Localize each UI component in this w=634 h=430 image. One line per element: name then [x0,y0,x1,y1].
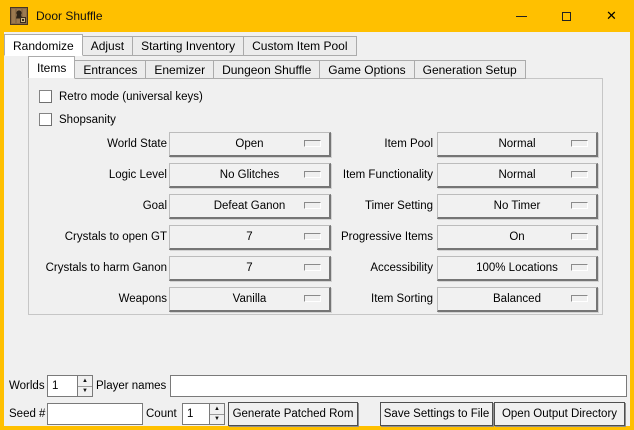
items-panel: Retro mode (universal keys) Shopsanity W… [28,78,603,315]
close-icon: ✕ [606,8,617,24]
app-window: Door Shuffle ✕ Randomize Adjust Starting… [0,0,634,430]
crystals-ganon-label: Crystals to harm Ganon [31,256,167,281]
spin-up-icon[interactable]: ▲ [78,376,92,387]
dropdown-indicator-icon [571,233,588,240]
player-names-input[interactable] [170,375,627,397]
count-label: Count [146,403,177,425]
count-value: 1 [183,404,209,424]
generate-patched-rom-button[interactable]: Generate Patched Rom [228,402,358,426]
maximize-button[interactable] [544,0,589,32]
tab-enemizer[interactable]: Enemizer [145,60,214,79]
shopsanity-checkbox[interactable] [39,113,52,126]
window-title: Door Shuffle [36,9,103,23]
seed-input[interactable] [47,403,143,425]
client-area: Randomize Adjust Starting Inventory Cust… [4,32,630,426]
retro-mode-row: Retro mode (universal keys) [39,89,203,104]
spin-up-icon[interactable]: ▲ [210,404,224,415]
window-controls: ✕ [499,0,634,32]
sub-tab-bar: Items Entrances Enemizer Dungeon Shuffle… [28,56,526,79]
dropdown-indicator-icon [571,140,588,147]
logic-level-row: Logic Level No Glitches Item Functionali… [29,163,604,188]
goal-row: Goal Defeat Ganon Timer Setting No Timer [29,194,604,219]
item-sorting-dropdown[interactable]: Balanced [437,287,598,312]
progressive-items-label: Progressive Items [297,225,433,250]
count-spinner[interactable]: 1 ▲ ▼ [182,403,225,425]
item-sorting-label: Item Sorting [297,287,433,312]
crystals-gt-row: Crystals to open GT 7 Progressive Items … [29,225,604,250]
spin-down-icon[interactable]: ▼ [210,415,224,425]
dropdown-indicator-icon [571,295,588,302]
seed-label: Seed # [9,403,45,425]
minimize-button[interactable] [499,0,544,32]
retro-mode-label: Retro mode (universal keys) [59,91,203,103]
world-state-label: World State [31,132,167,157]
worlds-spin-buttons: ▲ ▼ [77,376,92,396]
timer-setting-dropdown[interactable]: No Timer [437,194,598,219]
crystals-gt-label: Crystals to open GT [31,225,167,250]
count-spin-buttons: ▲ ▼ [209,404,224,424]
tab-items[interactable]: Items [28,56,75,79]
item-functionality-label: Item Functionality [297,163,433,188]
open-output-directory-button[interactable]: Open Output Directory [494,402,625,426]
worlds-spinner[interactable]: 1 ▲ ▼ [47,375,93,397]
maximize-icon [562,12,571,21]
item-functionality-dropdown[interactable]: Normal [437,163,598,188]
door-icon [10,7,28,25]
goal-label: Goal [31,194,167,219]
accessibility-label: Accessibility [297,256,433,281]
minimize-icon [516,16,527,17]
tab-entrances[interactable]: Entrances [74,60,146,79]
dropdown-indicator-icon [571,202,588,209]
title-bar: Door Shuffle ✕ [0,0,634,32]
save-settings-button[interactable]: Save Settings to File [380,402,493,426]
worlds-value: 1 [48,376,77,396]
dropdown-indicator-icon [571,264,588,271]
shopsanity-label: Shopsanity [59,114,116,126]
retro-mode-checkbox[interactable] [39,90,52,103]
weapons-row: Weapons Vanilla Item Sorting Balanced [29,287,604,312]
world-state-row: World State Open Item Pool Normal [29,132,604,157]
timer-setting-label: Timer Setting [297,194,433,219]
shopsanity-row: Shopsanity [39,112,116,127]
logic-level-label: Logic Level [31,163,167,188]
tab-custom-item-pool[interactable]: Custom Item Pool [243,36,356,56]
accessibility-dropdown[interactable]: 100% Locations [437,256,598,281]
tab-adjust[interactable]: Adjust [82,36,133,56]
close-button[interactable]: ✕ [589,0,634,32]
dropdown-indicator-icon [571,171,588,178]
tab-starting-inventory[interactable]: Starting Inventory [132,36,244,56]
item-pool-label: Item Pool [297,132,433,157]
item-pool-dropdown[interactable]: Normal [437,132,598,157]
main-tab-bar: Randomize Adjust Starting Inventory Cust… [4,34,357,56]
tab-randomize[interactable]: Randomize [4,34,83,56]
weapons-label: Weapons [31,287,167,312]
worlds-label: Worlds [9,375,45,397]
progressive-items-dropdown[interactable]: On [437,225,598,250]
tab-game-options[interactable]: Game Options [319,60,414,79]
player-names-label: Player names [96,375,166,397]
crystals-ganon-row: Crystals to harm Ganon 7 Accessibility 1… [29,256,604,281]
tab-dungeon-shuffle[interactable]: Dungeon Shuffle [213,60,320,79]
tab-generation-setup[interactable]: Generation Setup [414,60,526,79]
spin-down-icon[interactable]: ▼ [78,387,92,397]
